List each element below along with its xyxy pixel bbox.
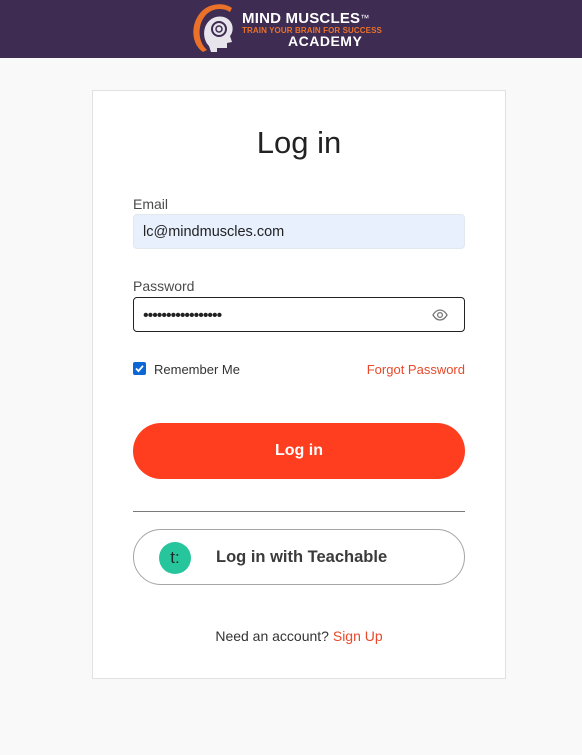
teachable-logo-icon: t: (159, 542, 191, 574)
teachable-login-label: Log in with Teachable (216, 548, 388, 566)
need-account-text: Need an account? (215, 628, 329, 644)
teachable-login-button[interactable]: t: Log in with Teachable (133, 529, 465, 585)
forgot-password-link[interactable]: Forgot Password (367, 362, 465, 377)
password-label: Password (133, 278, 195, 294)
login-card: Log in Email lc@mindmuscles.com Password… (92, 90, 506, 679)
signup-link[interactable]: Sign Up (333, 628, 383, 644)
site-header: MIND MUSCLES™ TRAIN YOUR BRAIN FOR SUCCE… (0, 0, 582, 58)
remember-me-label[interactable]: Remember Me (154, 362, 240, 377)
divider (133, 511, 465, 512)
password-field[interactable]: ••••••••••••••••• (133, 297, 465, 332)
signup-prompt: Need an account? Sign Up (93, 628, 505, 644)
checkmark-icon (135, 365, 144, 373)
email-field[interactable]: lc@mindmuscles.com (133, 214, 465, 249)
brand-wordmark: MIND MUSCLES™ TRAIN YOUR BRAIN FOR SUCCE… (242, 10, 382, 49)
brand-name-line2: ACADEMY (288, 33, 363, 49)
brand-name-line1: MIND MUSCLES™ (242, 10, 370, 27)
brain-head-icon (193, 4, 233, 52)
login-button[interactable]: Log in (133, 423, 465, 479)
remember-me-checkbox[interactable] (133, 362, 146, 375)
email-label: Email (133, 196, 169, 212)
brand-logo[interactable]: MIND MUSCLES™ TRAIN YOUR BRAIN FOR SUCCE… (189, 0, 399, 58)
eye-icon[interactable] (432, 307, 448, 323)
page-title: Log in (256, 125, 342, 160)
